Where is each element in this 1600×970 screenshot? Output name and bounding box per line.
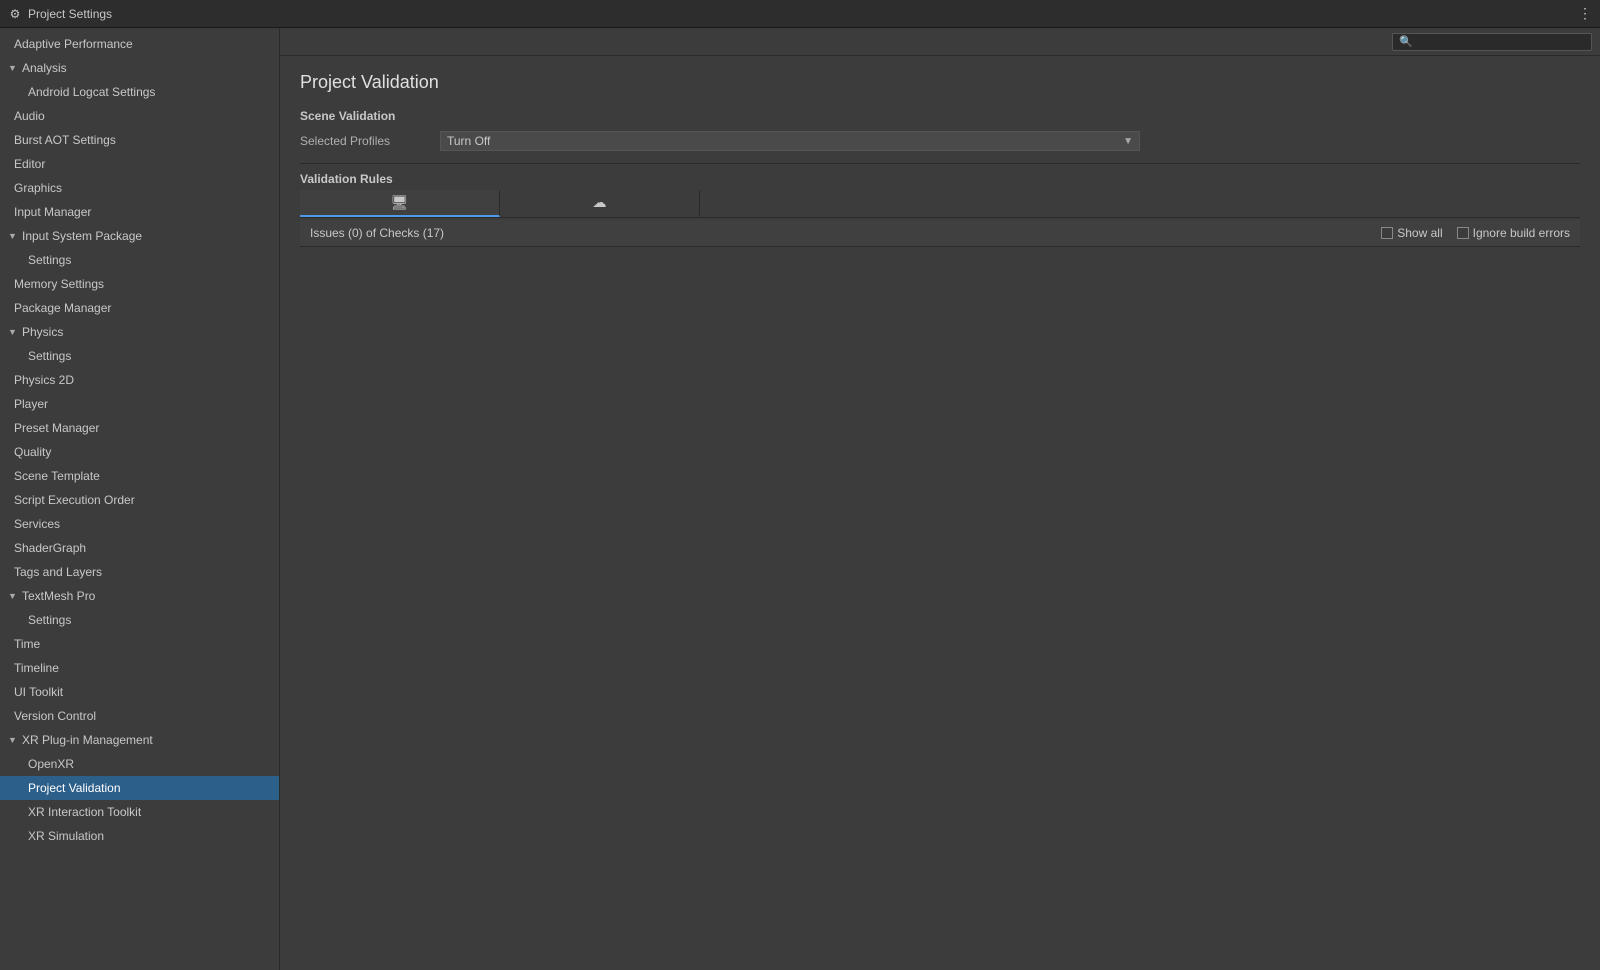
main-container: Adaptive Performance Analysis Android Logc… bbox=[0, 28, 1600, 970]
sidebar-group-label-analysis: Analysis bbox=[22, 59, 67, 77]
textmesh-pro-arrow-icon bbox=[8, 587, 20, 605]
scene-validation-label: Scene Validation bbox=[300, 109, 1580, 123]
selected-profiles-dropdown[interactable]: Turn Off ▼ bbox=[440, 131, 1140, 151]
sidebar-item-project-validation[interactable]: Project Validation bbox=[0, 776, 279, 800]
search-box[interactable]: 🔍 bbox=[1392, 33, 1592, 51]
tabs-bar: 🖥 ☁ bbox=[300, 190, 1580, 218]
sidebar-item-adaptive-performance[interactable]: Adaptive Performance bbox=[0, 32, 279, 56]
page-title: Project Validation bbox=[300, 72, 1580, 93]
sidebar-item-graphics[interactable]: Graphics bbox=[0, 176, 279, 200]
sidebar-group-input-system-package[interactable]: Input System Package bbox=[0, 224, 279, 248]
divider bbox=[300, 163, 1580, 164]
sidebar-item-services[interactable]: Services bbox=[0, 512, 279, 536]
sidebar-item-version-control[interactable]: Version Control bbox=[0, 704, 279, 728]
sidebar-item-shadergraph[interactable]: ShaderGraph bbox=[0, 536, 279, 560]
title-bar: ⚙ Project Settings ⋮ bbox=[0, 0, 1600, 28]
sidebar: Adaptive Performance Analysis Android Logc… bbox=[0, 28, 280, 970]
sidebar-item-script-execution-order[interactable]: Script Execution Order bbox=[0, 488, 279, 512]
sidebar-item-timeline[interactable]: Timeline bbox=[0, 656, 279, 680]
sidebar-group-label-textmesh-pro: TextMesh Pro bbox=[22, 587, 95, 605]
sidebar-item-preset-manager[interactable]: Preset Manager bbox=[0, 416, 279, 440]
sidebar-item-quality[interactable]: Quality bbox=[0, 440, 279, 464]
sidebar-item-textmesh-settings[interactable]: Settings bbox=[0, 608, 279, 632]
menu-icon[interactable]: ⋮ bbox=[1578, 5, 1592, 22]
show-all-label: Show all bbox=[1397, 226, 1442, 240]
tab-desktop[interactable]: 🖥 bbox=[300, 190, 500, 217]
ignore-build-errors-checkbox[interactable]: Ignore build errors bbox=[1457, 226, 1570, 240]
sidebar-item-ui-toolkit[interactable]: UI Toolkit bbox=[0, 680, 279, 704]
sidebar-item-time[interactable]: Time bbox=[0, 632, 279, 656]
desktop-icon: 🖥 bbox=[391, 194, 409, 211]
checkbox-group: Show all Ignore build errors bbox=[1381, 226, 1570, 240]
ignore-build-errors-checkbox-box[interactable] bbox=[1457, 227, 1469, 239]
sidebar-group-textmesh-pro[interactable]: TextMesh Pro bbox=[0, 584, 279, 608]
sidebar-item-memory-settings[interactable]: Memory Settings bbox=[0, 272, 279, 296]
sidebar-item-package-manager[interactable]: Package Manager bbox=[0, 296, 279, 320]
sidebar-item-editor[interactable]: Editor bbox=[0, 152, 279, 176]
sidebar-item-player[interactable]: Player bbox=[0, 392, 279, 416]
selected-profiles-label: Selected Profiles bbox=[300, 134, 440, 148]
window-title: Project Settings bbox=[28, 7, 112, 21]
content-topbar: 🔍 bbox=[280, 28, 1600, 56]
show-all-checkbox-box[interactable] bbox=[1381, 227, 1393, 239]
xr-plugin-management-arrow-icon bbox=[8, 731, 20, 749]
sidebar-item-physics-2d[interactable]: Physics 2D bbox=[0, 368, 279, 392]
sidebar-group-physics[interactable]: Physics bbox=[0, 320, 279, 344]
selected-profiles-row: Selected Profiles Turn Off ▼ bbox=[300, 131, 1580, 151]
search-input[interactable] bbox=[1417, 36, 1585, 48]
sidebar-item-burst-aot[interactable]: Burst AOT Settings bbox=[0, 128, 279, 152]
ignore-build-errors-label: Ignore build errors bbox=[1473, 226, 1570, 240]
cloud-icon: ☁ bbox=[593, 194, 607, 211]
sidebar-group-xr-plugin-management[interactable]: XR Plug-in Management bbox=[0, 728, 279, 752]
sidebar-item-openxr[interactable]: OpenXR bbox=[0, 752, 279, 776]
sidebar-item-physics-settings[interactable]: Settings bbox=[0, 344, 279, 368]
show-all-checkbox[interactable]: Show all bbox=[1381, 226, 1442, 240]
content-panel: Project Validation Scene Validation Sele… bbox=[280, 56, 1600, 970]
sidebar-item-input-settings[interactable]: Settings bbox=[0, 248, 279, 272]
search-icon: 🔍 bbox=[1399, 35, 1413, 48]
physics-arrow-icon bbox=[8, 323, 20, 341]
sidebar-item-xr-simulation[interactable]: XR Simulation bbox=[0, 824, 279, 848]
issues-row: Issues (0) of Checks (17) Show all Ignor… bbox=[300, 220, 1580, 247]
selected-profiles-value: Turn Off bbox=[447, 134, 490, 148]
scene-validation-section: Scene Validation Selected Profiles Turn … bbox=[300, 109, 1580, 151]
sidebar-group-analysis[interactable]: Analysis bbox=[0, 56, 279, 80]
sidebar-item-xr-interaction-toolkit[interactable]: XR Interaction Toolkit bbox=[0, 800, 279, 824]
sidebar-item-android-logcat[interactable]: Android Logcat Settings bbox=[0, 80, 279, 104]
dropdown-arrow-icon: ▼ bbox=[1123, 136, 1133, 147]
issues-text: Issues (0) of Checks (17) bbox=[310, 226, 1381, 240]
input-system-package-arrow-icon bbox=[8, 227, 20, 245]
sidebar-group-label-physics: Physics bbox=[22, 323, 63, 341]
sidebar-item-audio[interactable]: Audio bbox=[0, 104, 279, 128]
sidebar-item-tags-and-layers[interactable]: Tags and Layers bbox=[0, 560, 279, 584]
sidebar-group-label-xr-plugin-management: XR Plug-in Management bbox=[22, 731, 153, 749]
sidebar-group-label-input-system-package: Input System Package bbox=[22, 227, 142, 245]
gear-icon: ⚙ bbox=[8, 7, 22, 21]
sidebar-item-input-manager[interactable]: Input Manager bbox=[0, 200, 279, 224]
content-area: 🔍 Project Validation Scene Validation Se… bbox=[280, 28, 1600, 970]
sidebar-item-scene-template[interactable]: Scene Template bbox=[0, 464, 279, 488]
tab-cloud[interactable]: ☁ bbox=[500, 190, 700, 217]
validation-rules-label: Validation Rules bbox=[300, 172, 1580, 186]
analysis-arrow-icon bbox=[8, 59, 20, 77]
